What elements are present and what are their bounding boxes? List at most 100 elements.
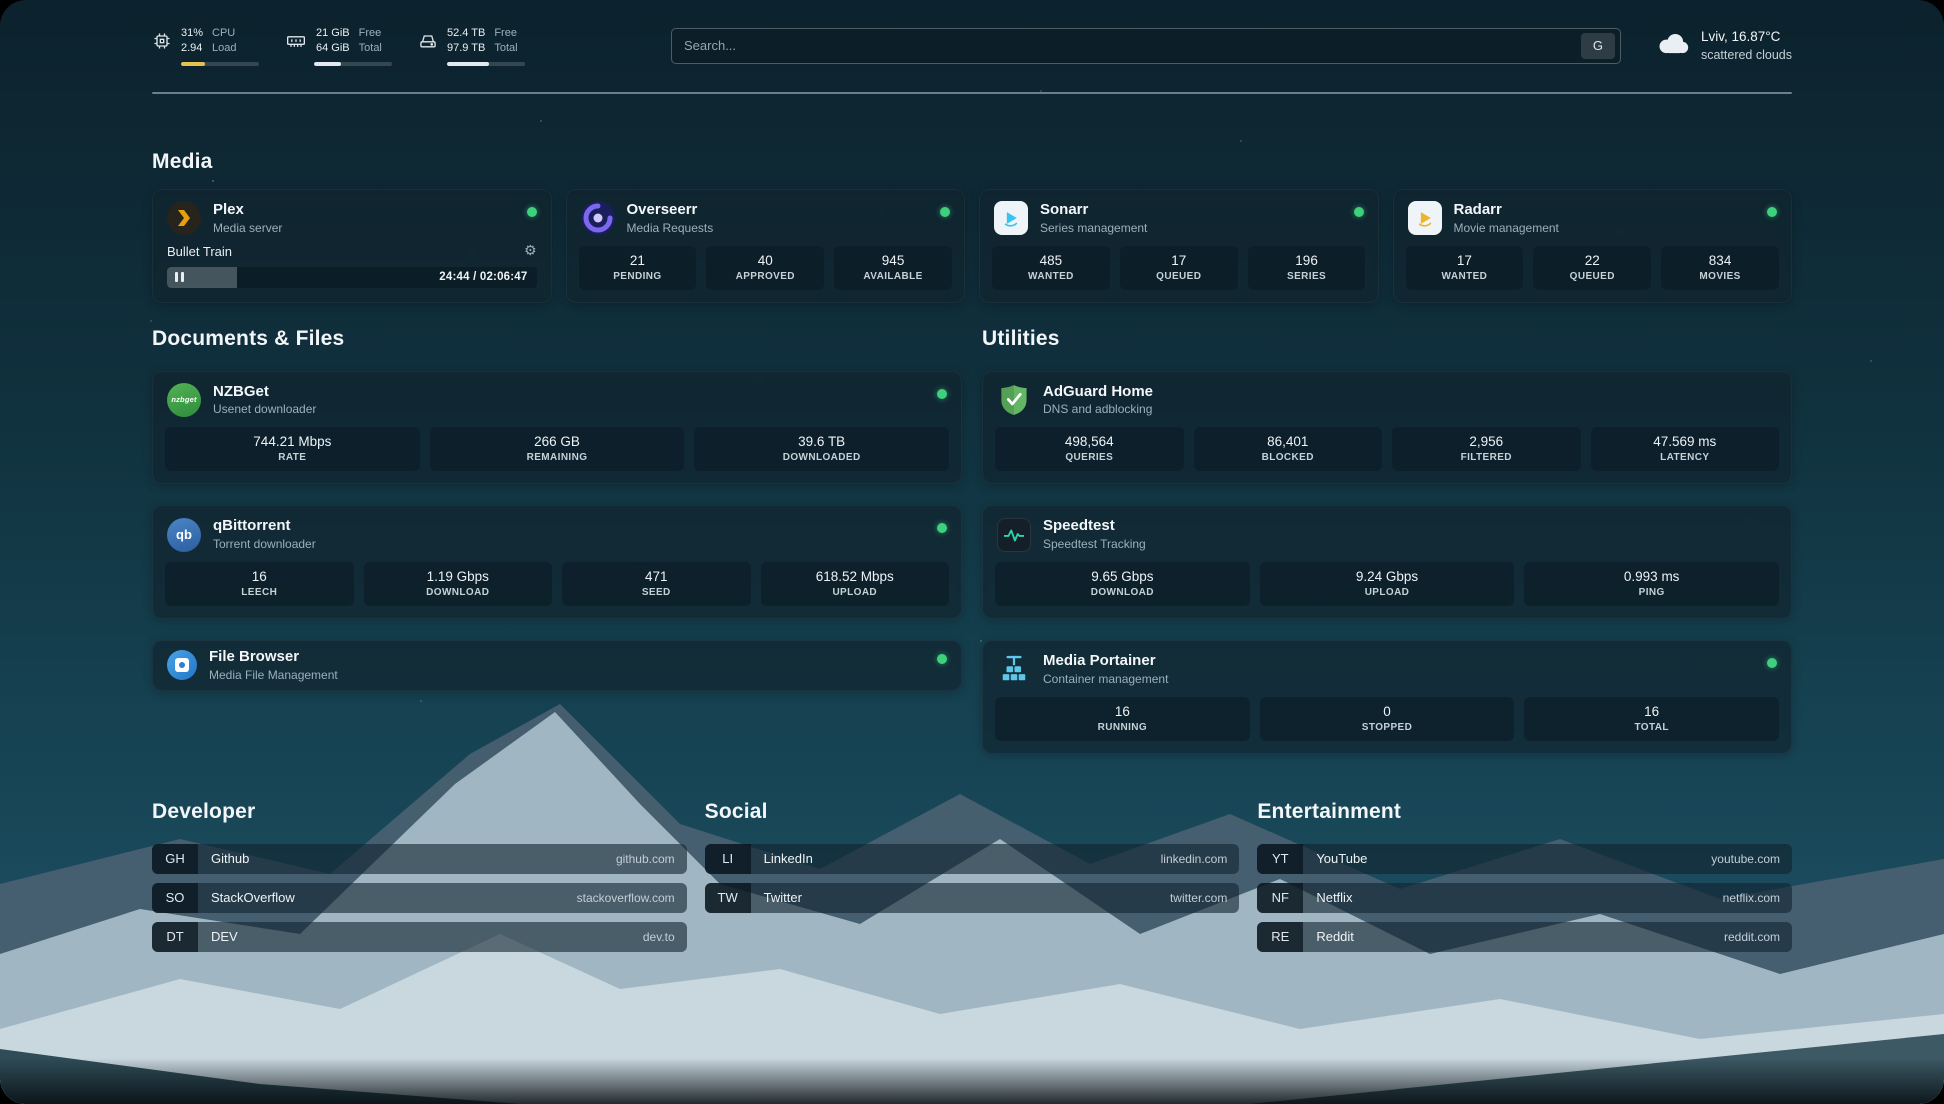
bookmark-netflix[interactable]: NF Netflix netflix.com: [1257, 883, 1792, 913]
stat-ping: 0.993 ms PING: [1524, 562, 1779, 606]
stat-approved: 40 APPROVED: [706, 246, 824, 290]
plex-progress-bar[interactable]: 24:44 / 02:06:47: [167, 267, 537, 288]
dev-icon: DT: [152, 922, 198, 952]
stat-wanted: 485 WANTED: [992, 246, 1110, 290]
app-card-filebrowser[interactable]: File Browser Media File Management: [152, 640, 962, 691]
bookmark-group-social: Social LI LinkedIn linkedin.com TW Twitt…: [705, 800, 1240, 961]
app-name: Overseerr: [627, 201, 714, 220]
bookmark-name: Reddit: [1316, 929, 1354, 944]
status-dot: [937, 523, 947, 533]
disk-total-label: Total: [494, 41, 517, 56]
status-dot: [937, 389, 947, 399]
status-dot: [937, 654, 947, 664]
app-card-sonarr[interactable]: Sonarr Series management 485 WANTED 17 Q…: [979, 189, 1379, 303]
stat-rate: 744.21 Mbps RATE: [165, 427, 420, 471]
memory-icon: [285, 31, 307, 51]
app-card-radarr[interactable]: Radarr Movie management 17 WANTED 22 QUE…: [1393, 189, 1793, 303]
disk-icon: [418, 31, 438, 51]
section-title-social: Social: [705, 800, 1240, 824]
bookmark-youtube[interactable]: YT YouTube youtube.com: [1257, 844, 1792, 874]
app-card-speedtest[interactable]: Speedtest Speedtest Tracking 9.65 Gbps D…: [982, 505, 1792, 619]
cpu-load-value: 2.94: [181, 41, 203, 56]
bookmark-url: dev.to: [643, 930, 675, 944]
memory-progress-track: [314, 62, 392, 66]
app-card-adguard[interactable]: AdGuard Home DNS and adblocking 498,564 …: [982, 371, 1792, 485]
bookmark-stackoverflow[interactable]: SO StackOverflow stackoverflow.com: [152, 883, 687, 913]
stat-filtered: 2,956 FILTERED: [1392, 427, 1581, 471]
stat-remaining: 266 GB REMAINING: [430, 427, 685, 471]
netflix-icon: NF: [1257, 883, 1303, 913]
bookmark-url: youtube.com: [1711, 852, 1780, 866]
section-title-utilities: Utilities: [982, 327, 1792, 351]
app-name: Radarr: [1454, 201, 1559, 220]
status-dot: [940, 207, 950, 217]
search-bar[interactable]: G: [671, 28, 1621, 64]
bookmark-url: netflix.com: [1723, 891, 1780, 905]
status-dot: [1354, 207, 1364, 217]
memory-free-value: 21 GiB: [316, 26, 350, 41]
disk-stat: 52.4 TB 97.9 TB Free Total: [418, 26, 525, 66]
stat-movies: 834 MOVIES: [1661, 246, 1779, 290]
app-subtitle: Series management: [1040, 221, 1147, 236]
youtube-icon: YT: [1257, 844, 1303, 874]
stat-available: 945 AVAILABLE: [834, 246, 952, 290]
stat-series: 196 SERIES: [1248, 246, 1366, 290]
bookmark-name: Netflix: [1316, 890, 1352, 905]
portainer-icon: [997, 652, 1031, 686]
stat-stopped: 0 STOPPED: [1260, 697, 1515, 741]
bookmark-github[interactable]: GH Github github.com: [152, 844, 687, 874]
stackoverflow-icon: SO: [152, 883, 198, 913]
twitter-icon: TW: [705, 883, 751, 913]
bookmark-name: DEV: [211, 929, 238, 944]
app-name: Plex: [213, 201, 282, 220]
bookmark-name: YouTube: [1316, 851, 1367, 866]
app-card-portainer[interactable]: Media Portainer Container management 16 …: [982, 640, 1792, 754]
app-name: File Browser: [209, 648, 338, 667]
stat-wanted: 17 WANTED: [1406, 246, 1524, 290]
bookmark-twitter[interactable]: TW Twitter twitter.com: [705, 883, 1240, 913]
search-engine-button[interactable]: G: [1581, 33, 1615, 59]
stat-downloaded: 39.6 TB DOWNLOADED: [694, 427, 949, 471]
bookmark-dev[interactable]: DT DEV dev.to: [152, 922, 687, 952]
weather-location: Lviv, 16.87°C: [1701, 28, 1792, 46]
utilities-column: Utilities AdGuard Home: [982, 327, 1792, 754]
disk-progress-track: [447, 62, 525, 66]
app-card-qbittorrent[interactable]: qb qBittorrent Torrent downloader 16 LEE…: [152, 505, 962, 619]
stat-download: 1.19 Gbps DOWNLOAD: [364, 562, 553, 606]
app-card-plex[interactable]: Plex Media server Bullet Train ⚙ 24:44 /…: [152, 189, 552, 303]
app-subtitle: Torrent downloader: [213, 537, 316, 552]
stat-queued: 17 QUEUED: [1120, 246, 1238, 290]
app-subtitle: DNS and adblocking: [1043, 402, 1153, 417]
github-icon: GH: [152, 844, 198, 874]
status-dot: [1767, 207, 1777, 217]
app-card-overseerr[interactable]: Overseerr Media Requests 21 PENDING 40 A…: [566, 189, 966, 303]
bookmark-group-developer: Developer GH Github github.com SO StackO…: [152, 800, 687, 961]
stat-upload: 9.24 Gbps UPLOAD: [1260, 562, 1515, 606]
app-subtitle: Media File Management: [209, 668, 338, 683]
stat-queued: 22 QUEUED: [1533, 246, 1651, 290]
bookmark-url: linkedin.com: [1161, 852, 1228, 866]
bookmark-name: Github: [211, 851, 249, 866]
cpu-label: CPU: [212, 26, 236, 41]
bookmark-url: reddit.com: [1724, 930, 1780, 944]
dashboard-screen: 31% 2.94 CPU Load: [0, 0, 1944, 1104]
stat-running: 16 RUNNING: [995, 697, 1250, 741]
bookmark-reddit[interactable]: RE Reddit reddit.com: [1257, 922, 1792, 952]
bookmark-linkedin[interactable]: LI LinkedIn linkedin.com: [705, 844, 1240, 874]
bookmark-name: LinkedIn: [764, 851, 813, 866]
cpu-percent: 31%: [181, 26, 203, 41]
status-dot: [1767, 658, 1777, 668]
app-name: Speedtest: [1043, 517, 1146, 536]
adguard-icon: [997, 383, 1031, 417]
search-input[interactable]: [684, 38, 1581, 53]
app-name: qBittorrent: [213, 517, 316, 536]
sonarr-icon: [994, 201, 1028, 235]
pause-icon[interactable]: [167, 272, 192, 282]
app-card-nzbget[interactable]: nzbget NZBGet Usenet downloader 744.21 M…: [152, 371, 962, 485]
bookmark-name: Twitter: [764, 890, 802, 905]
gear-icon[interactable]: ⚙: [524, 244, 537, 258]
nzbget-icon: nzbget: [167, 383, 201, 417]
header-divider: [152, 92, 1792, 94]
memory-stat: 21 GiB 64 GiB Free Total: [285, 26, 392, 66]
now-playing-title: Bullet Train: [167, 244, 232, 259]
